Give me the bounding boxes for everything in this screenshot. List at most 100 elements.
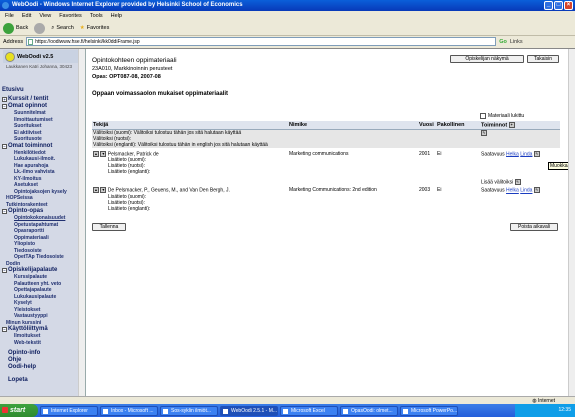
taskbar: start Internet Explorer Inbox - Microsof… bbox=[0, 404, 575, 417]
task-button[interactable]: Sos-syklin ilmiöt... bbox=[160, 405, 218, 416]
nav-oodi-help[interactable]: Oodi-help bbox=[8, 364, 84, 371]
task-button-active[interactable]: WebOodi 2.5.1 - M... bbox=[220, 405, 278, 416]
links-button[interactable]: Links bbox=[510, 39, 523, 45]
main-panel: Opintokohteen oppimateriaali 23A010, Mar… bbox=[90, 49, 573, 405]
edit-icon[interactable]: ✎ bbox=[481, 129, 487, 136]
collapse-icon: − bbox=[2, 143, 7, 149]
main-scrollbar[interactable] bbox=[568, 49, 575, 405]
minimize-button[interactable]: _ bbox=[544, 1, 553, 10]
nav-opinto-info[interactable]: Opinto-info bbox=[8, 350, 84, 357]
edit-icon[interactable]: ✎ bbox=[533, 187, 540, 194]
edit-icon[interactable]: ✎ bbox=[514, 179, 521, 186]
back-arrow-icon bbox=[3, 22, 14, 34]
availability: Saatavuus bbox=[481, 151, 505, 158]
nav-group-omat-opinnot[interactable]: − Omat opinnot bbox=[2, 103, 84, 110]
window-titlebar: WebOodi - Windows Internet Explorer prov… bbox=[0, 0, 575, 11]
page-title: Opintokohteen oppimateriaali bbox=[92, 57, 177, 64]
logout-link[interactable]: Lopeta bbox=[8, 377, 84, 384]
forward-arrow-icon bbox=[34, 22, 46, 34]
move-up-icon[interactable]: ▲ bbox=[93, 187, 99, 194]
app-icon bbox=[103, 408, 108, 414]
go-button[interactable]: Go bbox=[499, 39, 507, 45]
menu-help[interactable]: Help bbox=[111, 11, 122, 21]
app-icon bbox=[283, 408, 288, 414]
nav-group-opinto-opas[interactable]: − Opinto-opas bbox=[2, 208, 84, 215]
col-header-vuosi: Vuosi bbox=[418, 121, 436, 130]
col-header-tekija: Tekijä bbox=[92, 121, 288, 130]
menu-edit[interactable]: Edit bbox=[22, 11, 31, 21]
author: De Pelsmacker, P., Geuens, M., and Van D… bbox=[107, 187, 230, 194]
menu-tools[interactable]: Tools bbox=[90, 11, 103, 21]
close-button[interactable]: × bbox=[564, 1, 573, 10]
search-button[interactable]: ⌕ Search bbox=[51, 25, 74, 32]
nav-group-kurssit[interactable]: + Kurssit / tentit bbox=[2, 96, 84, 103]
nav-item[interactable]: Web-tekstit bbox=[2, 340, 84, 347]
collapse-icon: − bbox=[2, 268, 7, 273]
task-button[interactable]: Inbox - Microsoft ... bbox=[100, 405, 158, 416]
opas-label: Opas: OPT087-08, 2007-08 bbox=[92, 74, 161, 80]
nav-group-omat-toiminnot[interactable]: − Omat toiminnot bbox=[2, 143, 84, 150]
forward-button[interactable] bbox=[34, 22, 46, 34]
menu-favorites[interactable]: Favorites bbox=[59, 11, 82, 21]
menu-view[interactable]: View bbox=[39, 11, 51, 21]
section-subtitle: Oppaan voimassaolon mukaiset oppimateria… bbox=[92, 91, 229, 97]
app-icon bbox=[163, 408, 168, 414]
add-divider-label: Lisää välitoiksi bbox=[481, 179, 514, 186]
app-logo: WebOodi v2.5 bbox=[3, 50, 83, 63]
page-icon bbox=[28, 39, 34, 45]
back-button[interactable]: Back bbox=[3, 22, 28, 34]
address-label: Address bbox=[3, 38, 24, 45]
app-icon bbox=[43, 408, 48, 414]
move-down-icon[interactable]: ▼ bbox=[100, 187, 107, 194]
save-button[interactable]: Tallenna bbox=[92, 223, 126, 231]
lock-checkbox[interactable] bbox=[480, 113, 486, 119]
collapse-icon: − bbox=[2, 104, 7, 109]
year: 2001 bbox=[419, 150, 431, 157]
table-row: Lisätieto (englanti): bbox=[92, 206, 560, 212]
linda-link[interactable]: Linda bbox=[520, 188, 532, 194]
app-icon bbox=[223, 408, 228, 414]
user-name: Laukkanen Katri Johanna, 30423 bbox=[6, 64, 73, 69]
start-button[interactable]: start bbox=[0, 404, 38, 417]
linda-link[interactable]: Linda bbox=[520, 151, 532, 157]
address-input[interactable]: https://oodiwww.hse.fi/helsinki/kk0ddiFr… bbox=[26, 37, 497, 46]
helka-link[interactable]: Helka bbox=[506, 151, 519, 157]
table-row: Lisää välitoiksi ✎ bbox=[92, 175, 560, 185]
app-icon bbox=[343, 408, 348, 414]
task-button[interactable]: Microsoft PowerPo... bbox=[400, 405, 458, 416]
nav-ohje[interactable]: Ohje bbox=[8, 357, 84, 364]
move-up-icon[interactable]: ▲ bbox=[93, 150, 99, 157]
status-bar: ◍ Internet bbox=[0, 396, 575, 404]
col-header-nimike: Nimike bbox=[288, 121, 418, 130]
collapse-icon: − bbox=[2, 209, 7, 214]
task-button[interactable]: Internet Explorer bbox=[40, 405, 98, 416]
task-button[interactable]: OpasOodi: olmet... bbox=[340, 405, 398, 416]
student-view-button[interactable]: Opiskelijan näkymä bbox=[450, 55, 524, 63]
sidebar-scrollbar[interactable] bbox=[78, 49, 85, 405]
sidebar: WebOodi v2.5 Laukkanen Katri Johanna, 30… bbox=[0, 49, 86, 405]
col-header-toiminnot: Toiminnot + bbox=[480, 121, 560, 130]
menu-file[interactable]: File bbox=[5, 11, 14, 21]
nav-home[interactable]: Etusivu bbox=[2, 87, 84, 93]
valitoiksi-fi: Välitoiksi (suomi): Välitoiksi tulostuu … bbox=[92, 129, 480, 136]
edit-icon[interactable]: ✎ bbox=[533, 150, 540, 157]
windows-flag-icon bbox=[2, 407, 8, 413]
add-icon[interactable]: + bbox=[508, 121, 515, 128]
nav: Etusivu + Kurssit / tentit − Omat opinnot … bbox=[2, 85, 84, 346]
helka-link[interactable]: Helka bbox=[506, 188, 519, 194]
logo-icon bbox=[5, 51, 15, 62]
table-row: Välitoiksi (suomi): Välitoiksi tulostuu … bbox=[92, 129, 560, 136]
nav-group-kayttoliittyma[interactable]: − Käyttöliittymä bbox=[2, 326, 84, 333]
table-row: ▲ ▼ Pelsmacker, Patrick de Marketing com… bbox=[92, 148, 560, 157]
back-link-button[interactable]: Takaisin bbox=[527, 55, 559, 63]
nav-group-palaute[interactable]: − Opiskelijapalaute bbox=[2, 267, 84, 274]
task-button[interactable]: Microsoft Excel bbox=[280, 405, 338, 416]
favorites-button[interactable]: ★ Favorites bbox=[80, 25, 110, 31]
star-icon: ★ bbox=[79, 25, 85, 31]
ie-icon bbox=[2, 2, 9, 9]
maximize-button[interactable]: □ bbox=[554, 1, 563, 10]
collapse-icon: − bbox=[2, 327, 7, 332]
move-down-icon[interactable]: ▼ bbox=[100, 150, 107, 157]
delete-button[interactable]: Poista aikavali bbox=[510, 223, 558, 231]
bottom-nav: Opinto-info Ohje Oodi-help bbox=[8, 350, 84, 371]
